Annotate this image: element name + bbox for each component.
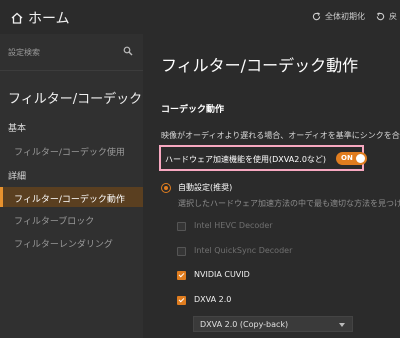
hw-acceleration-toggle[interactable]: ON: [336, 152, 367, 165]
intel-hevc-label: Intel HEVC Decoder: [194, 221, 273, 230]
main-panel: フィルター/コーデック動作 コーデック動作 映像がオーディオより遅れる場合、オー…: [143, 34, 400, 338]
undo-icon: [376, 12, 385, 21]
section-basic: 基本: [8, 124, 27, 134]
return-button[interactable]: 戻: [376, 11, 397, 22]
nvidia-cuvid-label: NVIDIA CUVID: [194, 270, 250, 279]
intel-hevc-checkbox[interactable]: [177, 222, 186, 231]
auto-setting-radio[interactable]: [161, 183, 171, 193]
nvidia-cuvid-checkbox[interactable]: [177, 271, 186, 280]
home-icon: [11, 12, 23, 24]
intel-quicksync-label: Intel QuickSync Decoder: [194, 246, 293, 255]
sidebar-item-label: フィルター/コーデック動作: [14, 195, 125, 205]
reset-all-button[interactable]: 全体初期化: [312, 11, 365, 22]
home-button[interactable]: ホーム: [10, 8, 70, 28]
sidebar-item-codec-behavior[interactable]: フィルター/コーデック動作: [0, 187, 143, 207]
toggle-on-label: ON: [341, 154, 353, 162]
return-label: 戻: [389, 12, 397, 21]
sidebar: 設定検索 フィルター/コーデック 基本 フィルター/コーデック使用 詳細 フィル…: [0, 34, 143, 338]
page-title: フィルター/コーデック動作: [161, 56, 359, 75]
dxva-label: DXVA 2.0: [194, 295, 232, 304]
sidebar-item-filter-rendering[interactable]: フィルターレンダリング: [0, 232, 143, 252]
toggle-knob: [356, 154, 365, 163]
sidebar-item-label: フィルターレンダリング: [14, 240, 113, 250]
codec-behavior-heading: コーデック動作: [161, 105, 225, 115]
dxva-checkbox[interactable]: [177, 296, 186, 305]
audio-sync-option[interactable]: 映像がオーディオより遅れる場合、オーディオを基準にシンクを合: [161, 130, 400, 141]
sidebar-item-label: フィルターブロック: [14, 217, 95, 227]
refresh-icon: [312, 12, 321, 21]
sidebar-item-codec-use[interactable]: フィルター/コーデック使用: [0, 140, 143, 160]
dxva-mode-value: DXVA 2.0 (Copy-back): [200, 320, 289, 329]
top-bar: ホーム 全体初期化 戻: [0, 0, 400, 34]
chevron-down-icon: [339, 323, 345, 327]
sidebar-item-filter-block[interactable]: フィルターブロック: [0, 209, 143, 229]
reset-all-label: 全体初期化: [325, 12, 365, 21]
hw-acceleration-label: ハードウェア加速機能を使用(DXVA2.0など): [165, 155, 327, 164]
auto-setting-label[interactable]: 自動設定(推奨): [178, 182, 232, 193]
auto-setting-description: 選択したハードウェア加速方法の中で最も適切な方法を見つけ: [178, 199, 400, 208]
section-detail: 詳細: [8, 172, 27, 182]
home-label: ホーム: [28, 11, 70, 27]
intel-quicksync-checkbox[interactable]: [177, 247, 186, 256]
dxva-mode-select[interactable]: DXVA 2.0 (Copy-back): [193, 316, 353, 332]
search-input[interactable]: 設定検索: [8, 47, 40, 58]
sidebar-item-label: フィルター/コーデック使用: [14, 148, 125, 158]
hw-acceleration-row: ハードウェア加速機能を使用(DXVA2.0など) ON: [159, 145, 367, 171]
search-icon[interactable]: [123, 46, 133, 56]
settings-search[interactable]: 設定検索: [0, 34, 143, 71]
sidebar-title: フィルター/コーデック: [8, 92, 143, 107]
